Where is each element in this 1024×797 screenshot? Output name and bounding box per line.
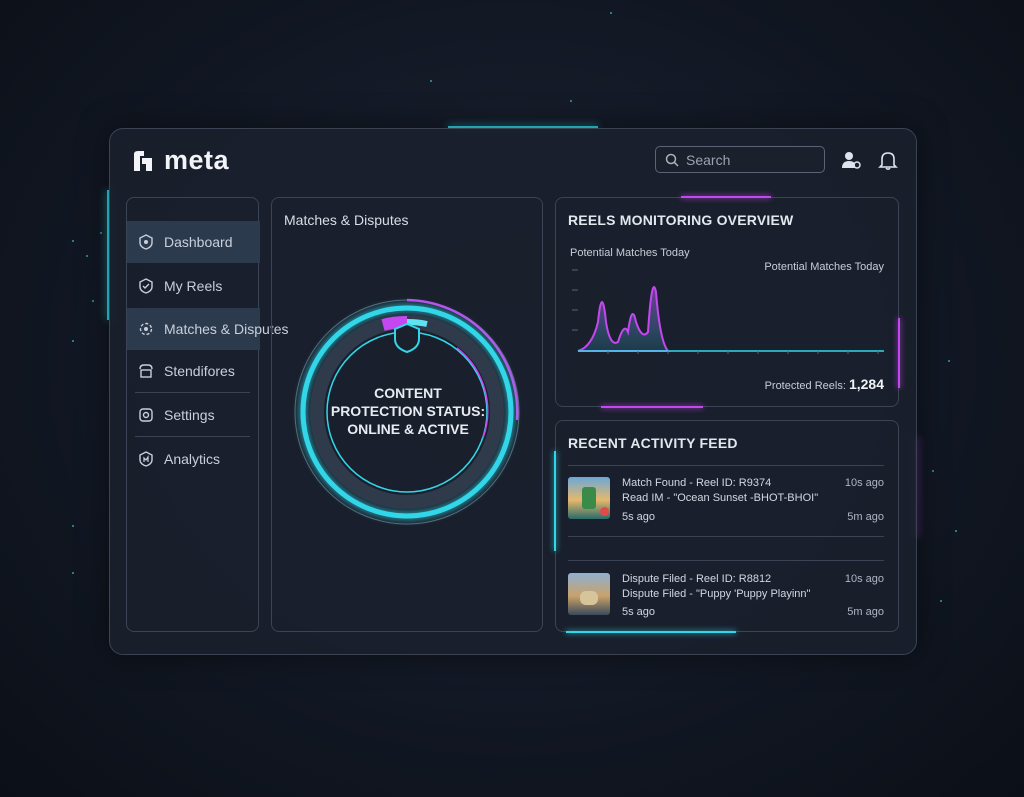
meta-logo[interactable]: meta — [130, 145, 229, 176]
bell-icon[interactable] — [877, 149, 899, 171]
shield-icon — [139, 234, 153, 250]
sidebar-item-dashboard[interactable]: Dashboard — [127, 221, 260, 263]
sidebar-item-label: Settings — [164, 407, 215, 423]
dispute-icon — [139, 322, 153, 336]
storefront-icon — [139, 364, 153, 378]
panel-title: REELS MONITORING OVERVIEW — [568, 212, 794, 228]
activity-item[interactable]: Match Found - Reel ID: R9374 Read IM - "… — [568, 477, 884, 537]
sidebar-item-label: Matches & Disputes — [164, 321, 289, 337]
protected-reels-label: Protected Reels: — [764, 380, 846, 392]
activity-item[interactable]: Dispute Filed - Reel ID: R8812 Dispute F… — [568, 573, 884, 633]
protection-status-text: CONTENT PROTECTION STATUS: ONLINE & ACTI… — [302, 384, 514, 444]
potential-matches-chart — [572, 269, 884, 354]
reel-thumbnail — [568, 573, 610, 615]
protected-reels-value: 1,284 — [848, 376, 884, 392]
sidebar-divider — [135, 436, 250, 437]
sidebar-item-stendifores[interactable]: Stendifores — [127, 350, 260, 392]
activity-timestamp: 5m ago — [847, 606, 884, 618]
activity-time: 5s ago — [622, 511, 656, 523]
reels-monitoring-panel: REELS MONITORING OVERVIEW Potential Matc… — [555, 196, 900, 408]
activity-detail: Dispute Filed - "Puppy 'Puppy Playinn" — [622, 588, 811, 600]
sidebar-item-settings[interactable]: Settings — [127, 394, 260, 436]
reel-thumbnail — [568, 477, 610, 519]
status-line-1: CONTENT — [374, 385, 442, 401]
analytics-icon — [139, 451, 153, 467]
sidebar-item-analytics[interactable]: Analytics — [127, 438, 260, 480]
activity-timestamp: 5m ago — [847, 511, 884, 523]
app-window: meta Search Dashboard My Reels Matches &… — [109, 128, 917, 655]
panel-title: Matches & Disputes — [284, 212, 409, 228]
reels-check-icon — [139, 278, 153, 294]
sidebar-item-label: Analytics — [164, 451, 221, 467]
activity-detail: Read IM - "Ocean Sunset -BHOT-BHOI" — [622, 492, 819, 504]
search-icon — [665, 153, 679, 167]
sidebar-item-label: My Reels — [164, 278, 223, 294]
activity-timestamp: 10s ago — [844, 573, 884, 585]
status-line-3: ONLINE & ACTIVE — [347, 421, 469, 437]
protected-reels-stat: Protected Reels: 1,284 — [765, 376, 884, 392]
user-settings-icon[interactable] — [840, 149, 862, 171]
chart-title: Potential Matches Today — [570, 247, 690, 259]
panel-title: RECENT ACTIVITY FEED — [568, 435, 738, 451]
activity-title: Dispute Filed - Reel ID: R8812 — [622, 573, 772, 585]
sidebar-divider — [135, 392, 250, 393]
activity-title: Match Found - Reel ID: R9374 — [622, 477, 772, 489]
sidebar-item-matches-disputes[interactable]: Matches & Disputes — [127, 308, 289, 350]
recent-activity-panel: RECENT ACTIVITY FEED Match Found - Reel … — [554, 420, 899, 633]
status-line-2: PROTECTION STATUS: — [330, 403, 486, 419]
sidebar-item-label: Stendifores — [164, 363, 235, 379]
logo-text: meta — [164, 145, 230, 175]
sidebar-item-label: Dashboard — [164, 234, 233, 250]
search-input[interactable]: Search — [655, 146, 825, 173]
shield-icon — [394, 322, 420, 354]
meta-logo-icon — [134, 150, 152, 171]
activity-time: 5s ago — [622, 606, 656, 618]
activity-timestamp: 10s ago — [844, 477, 884, 489]
matches-disputes-panel: Matches & Disputes CONTENT PROTECTION ST… — [271, 197, 543, 632]
sidebar: Dashboard My Reels Matches & Disputes St… — [126, 197, 289, 632]
search-placeholder: Search — [686, 151, 731, 168]
gear-icon — [139, 408, 153, 422]
sidebar-item-my-reels[interactable]: My Reels — [127, 265, 260, 307]
